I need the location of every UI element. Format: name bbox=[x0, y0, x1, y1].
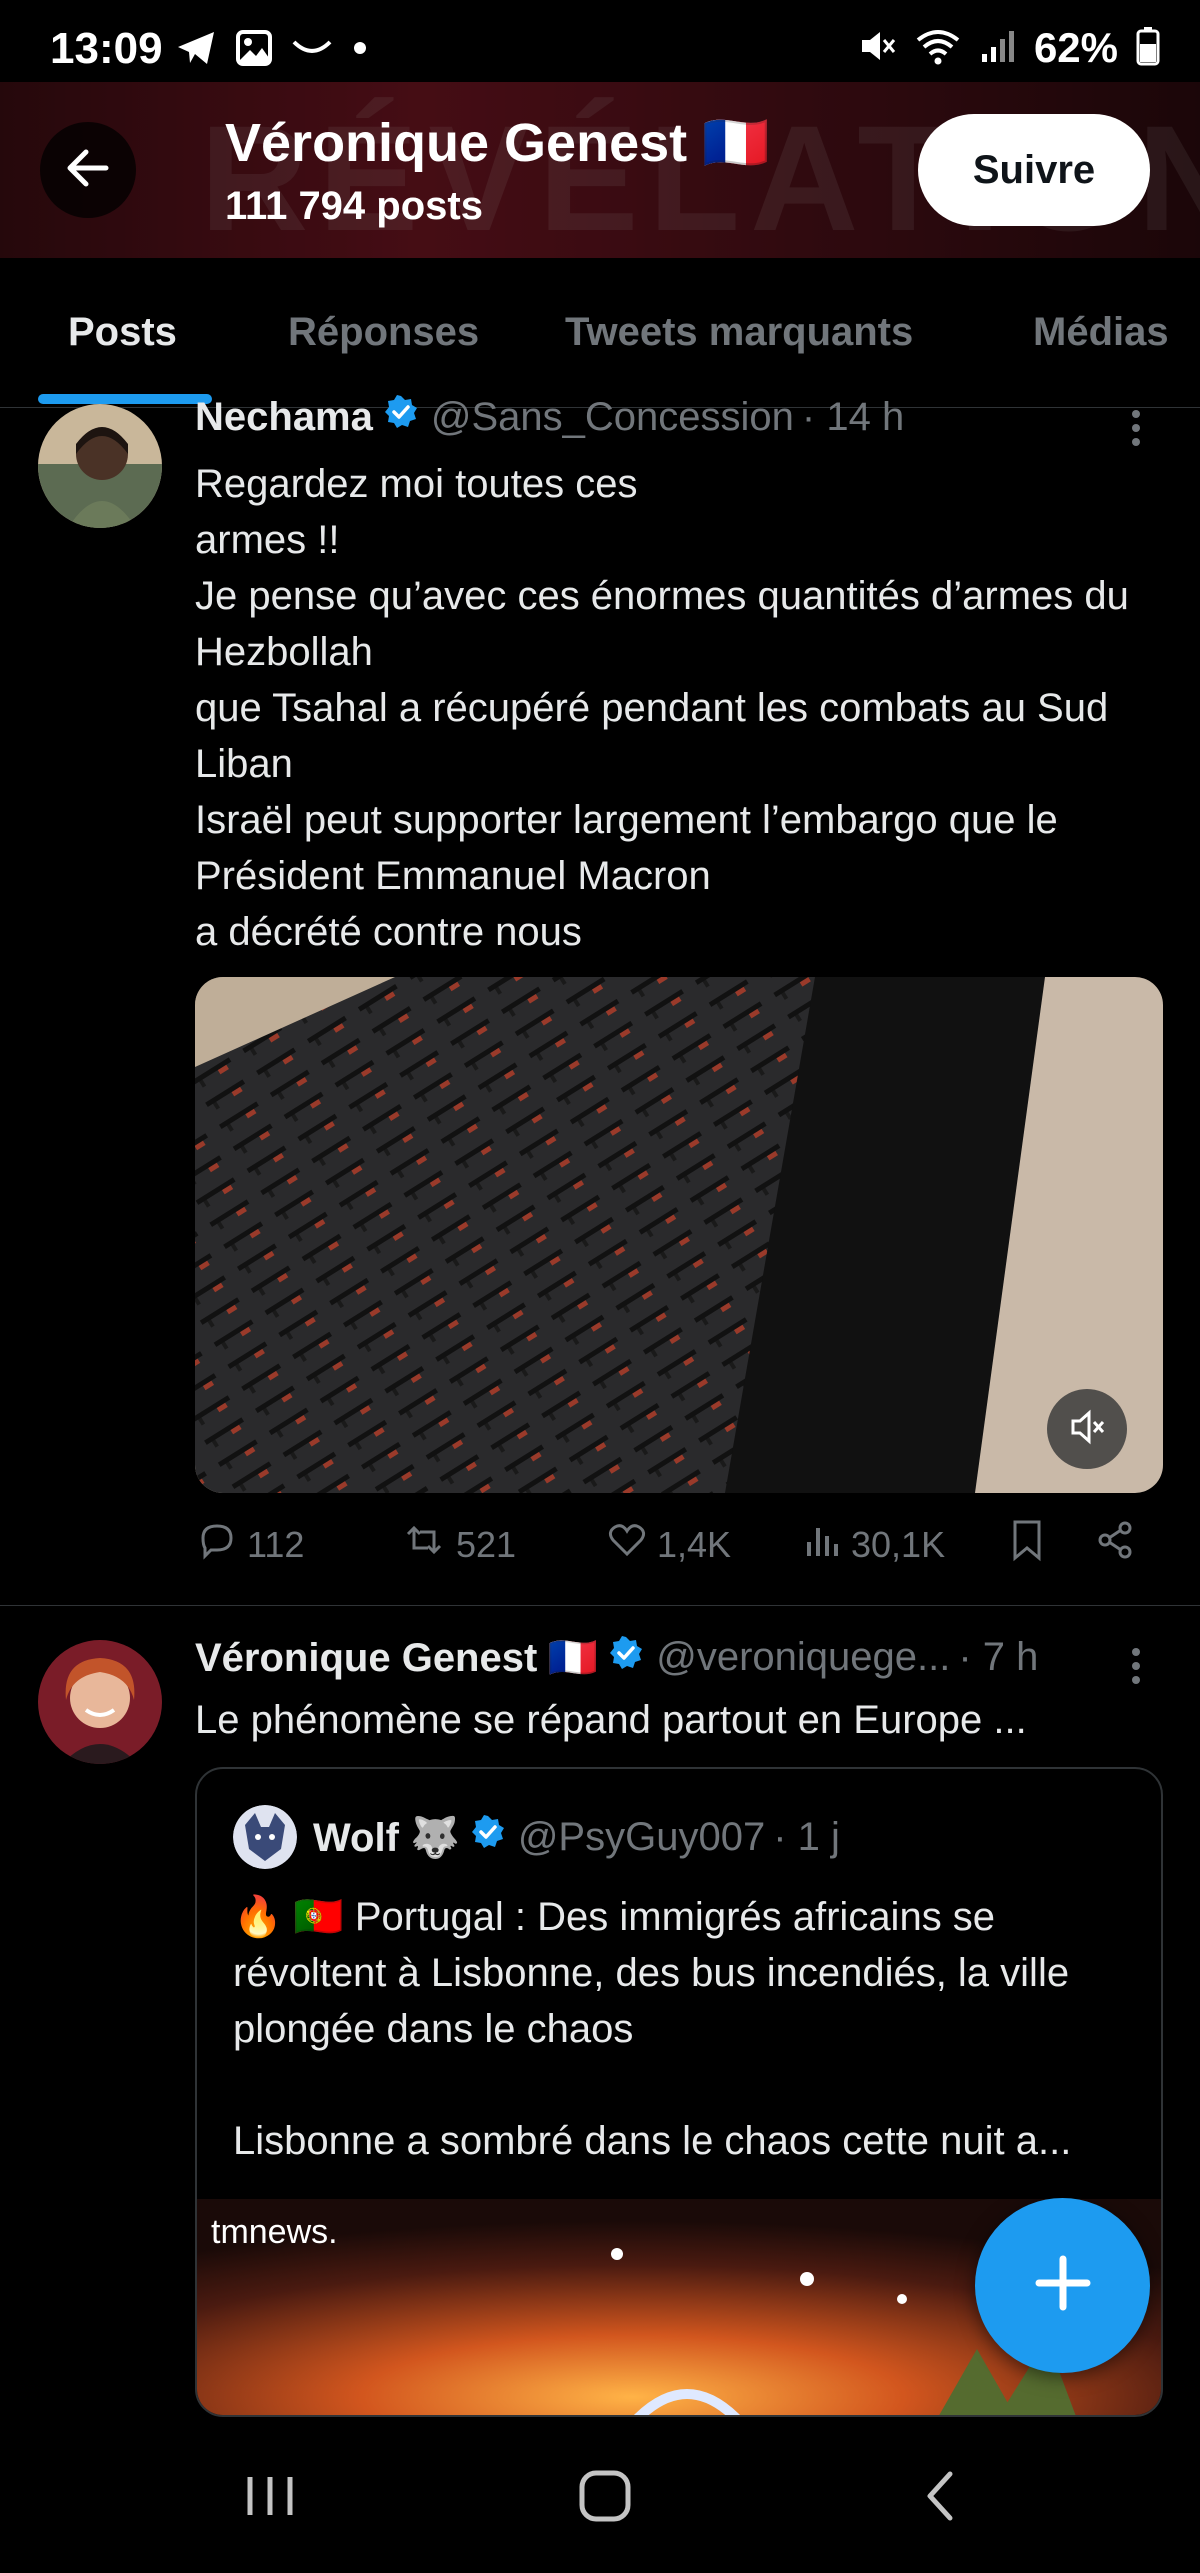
status-right: 62% bbox=[856, 24, 1160, 72]
verified-badge-icon bbox=[608, 1635, 644, 1681]
tweet-time[interactable]: · 7 h bbox=[958, 1635, 1038, 1680]
chevron-left-icon bbox=[920, 2468, 960, 2529]
like-button[interactable]: 1,4K bbox=[605, 1518, 731, 1571]
tab-posts[interactable]: Posts bbox=[68, 310, 177, 355]
compose-button[interactable] bbox=[975, 2198, 1150, 2373]
status-left-icons bbox=[176, 30, 368, 71]
back-button[interactable] bbox=[40, 122, 136, 218]
author-handle[interactable]: @Sans_Concession bbox=[431, 395, 794, 440]
more-options-icon[interactable] bbox=[1130, 1646, 1142, 1691]
reply-count: 112 bbox=[247, 1523, 305, 1565]
video-thumbnail bbox=[195, 977, 1163, 1493]
battery-icon bbox=[1136, 26, 1160, 71]
status-bar: 13:09 62% bbox=[0, 0, 1200, 82]
telegram-icon bbox=[176, 30, 216, 71]
recent-apps-icon bbox=[240, 2471, 300, 2526]
tweet-divider bbox=[0, 1605, 1200, 1606]
active-tab-indicator bbox=[38, 394, 212, 404]
verified-badge-icon bbox=[470, 1814, 506, 1860]
views-button[interactable]: 30,1K bbox=[803, 1518, 945, 1571]
tweet-header: Véronique Genest 🇫🇷 @veroniquege... · 7 … bbox=[195, 1634, 1038, 1681]
retweet-count: 521 bbox=[456, 1523, 517, 1565]
views-count: 30,1K bbox=[851, 1523, 946, 1565]
share-button[interactable] bbox=[1093, 1518, 1137, 1571]
plus-icon bbox=[1031, 2251, 1095, 2320]
tab-highlights[interactable]: Tweets marquants bbox=[565, 310, 913, 355]
tweet-actions: 112 521 1,4K 30,1K bbox=[195, 1518, 1155, 1578]
quote-author-name: Wolf 🐺 bbox=[313, 1815, 460, 1860]
back-nav-button[interactable] bbox=[890, 2463, 990, 2533]
volume-mute-icon bbox=[1067, 1407, 1107, 1452]
signal-icon bbox=[980, 28, 1016, 69]
status-time: 13:09 bbox=[50, 24, 163, 73]
quote-author-handle: @PsyGuy007 bbox=[517, 1814, 766, 1859]
views-chart-icon bbox=[803, 1518, 843, 1571]
share-icon bbox=[1093, 1518, 1137, 1571]
tweet-time[interactable]: · 14 h bbox=[802, 395, 904, 440]
arrow-left-icon bbox=[60, 140, 116, 201]
recent-apps-button[interactable] bbox=[220, 2463, 320, 2533]
home-button[interactable] bbox=[555, 2463, 655, 2533]
quote-header: Wolf 🐺 @PsyGuy007 · 1 j bbox=[233, 1805, 840, 1869]
reply-icon bbox=[195, 1518, 239, 1571]
system-nav-bar bbox=[0, 2423, 1200, 2573]
author-name[interactable]: Véronique Genest 🇫🇷 bbox=[195, 1634, 598, 1681]
quote-time: · 1 j bbox=[773, 1814, 840, 1859]
media-watermark: tmnews. bbox=[211, 2213, 338, 2251]
author-name[interactable]: Nechama bbox=[195, 395, 373, 440]
home-icon bbox=[577, 2468, 633, 2529]
heart-icon bbox=[605, 1518, 649, 1571]
quote-text: 🔥 🇵🇹 Portugal : Des immigrés africains s… bbox=[233, 1895, 1072, 2163]
post-count: 111 794 posts bbox=[225, 184, 483, 228]
tab-media[interactable]: Médias bbox=[1033, 310, 1169, 355]
tweet-text: Regardez moi toutes ces armes !! Je pens… bbox=[195, 462, 1129, 954]
dot-icon bbox=[352, 40, 368, 61]
more-options-icon[interactable] bbox=[1130, 408, 1142, 453]
avatar[interactable] bbox=[38, 1640, 162, 1764]
retweet-icon bbox=[400, 1518, 448, 1571]
quote-avatar bbox=[233, 1805, 297, 1869]
verified-badge-icon bbox=[383, 394, 419, 440]
mute-icon bbox=[856, 26, 896, 71]
reply-button[interactable]: 112 bbox=[195, 1518, 304, 1571]
smile-icon bbox=[292, 38, 332, 63]
avatar[interactable] bbox=[38, 404, 162, 528]
tweet-header: Nechama @Sans_Concession · 14 h bbox=[195, 394, 904, 440]
profile-tabs: Posts Réponses Tweets marquants Médias bbox=[0, 258, 1200, 408]
author-handle[interactable]: @veroniquege... bbox=[656, 1635, 950, 1680]
follow-button[interactable]: Suivre bbox=[918, 114, 1150, 226]
retweet-button[interactable]: 521 bbox=[400, 1518, 516, 1571]
bookmark-icon bbox=[1007, 1518, 1047, 1571]
tab-replies[interactable]: Réponses bbox=[288, 310, 479, 355]
wifi-icon bbox=[914, 26, 962, 71]
profile-header: RÉVÉLATION Véronique Genest 🇫🇷 111 794 p… bbox=[0, 82, 1200, 258]
like-count: 1,4K bbox=[657, 1523, 732, 1565]
tweet-video[interactable] bbox=[195, 977, 1163, 1493]
bookmark-button[interactable] bbox=[1007, 1518, 1047, 1571]
battery-percent: 62% bbox=[1033, 24, 1118, 71]
gallery-icon bbox=[236, 30, 272, 71]
video-mute-button[interactable] bbox=[1047, 1389, 1127, 1469]
tweet-text: Le phénomène se répand partout en Europe… bbox=[195, 1698, 1027, 1742]
profile-name: Véronique Genest 🇫🇷 bbox=[225, 113, 770, 173]
